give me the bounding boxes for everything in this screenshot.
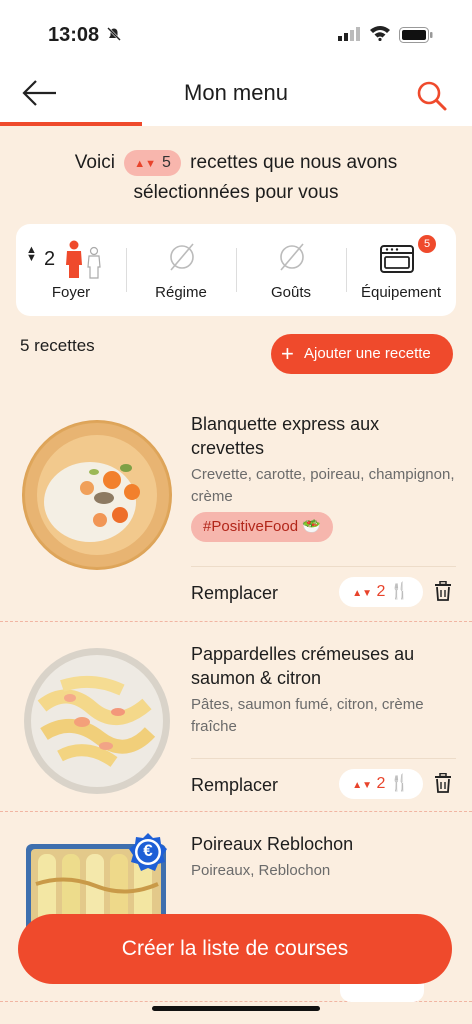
empty-set-icon [280, 243, 304, 271]
intro-prefix: Voici [74, 152, 115, 173]
recipe-count-stepper[interactable]: ▲▼ 5 [124, 149, 181, 176]
battery-icon [399, 27, 433, 48]
diet-label: Régime [155, 284, 207, 301]
household-label: Foyer [51, 284, 91, 301]
recipe-title: Poireaux Reblochon [191, 834, 354, 854]
recipe-card[interactable]: Pappardelles crémeuses au saumon & citro… [0, 622, 472, 812]
empty-set-icon [170, 243, 194, 271]
intro-text: Voici ▲▼ 5 recettes que nous avons sélect… [0, 148, 472, 208]
euro-symbol: € [143, 841, 153, 860]
oven-icon [380, 245, 414, 273]
pref-gouts[interactable]: Goûts [236, 224, 346, 316]
home-indicator [152, 1006, 320, 1011]
progress-indicator [0, 122, 142, 126]
equipment-label: Équipement [360, 284, 442, 301]
recipe-title: Blanquette express aux crevettes [191, 414, 380, 458]
fork-knife-icon: 🍴 [389, 583, 410, 600]
trash-button[interactable] [434, 772, 452, 798]
replace-button[interactable]: Remplacer [191, 775, 278, 796]
recipe-actions: Remplacer ▲▼ 2 🍴 [191, 758, 456, 812]
preferences-card: ▲ ▼ 2 Foyer Régime Goûts 5 Équipement [16, 224, 456, 316]
search-button[interactable] [412, 76, 452, 116]
fork-knife-icon: 🍴 [389, 775, 410, 792]
status-bar: 13:08 [0, 0, 472, 62]
dish-illustration [25, 423, 169, 567]
stepper-arrows-icon: ▲▼ [352, 588, 373, 599]
pref-foyer[interactable]: ▲ ▼ 2 Foyer [16, 224, 126, 316]
pref-regime[interactable]: Régime [126, 224, 236, 316]
stepper-arrows-icon: ▲▼ [134, 157, 156, 170]
bell-muted-icon [106, 26, 122, 47]
wifi-icon [369, 25, 391, 46]
trash-icon [435, 772, 451, 793]
dish-illustration [24, 648, 170, 794]
replace-button[interactable]: Remplacer [191, 583, 278, 604]
household-count: 2 [44, 248, 56, 270]
servings-stepper[interactable]: ▲▼ 2 🍴 [339, 769, 423, 799]
servings-value: 2 [376, 775, 386, 792]
recipe-ingredients: Pâtes, saumon fumé, citron, crème fraîch… [191, 696, 424, 735]
recipe-image [22, 646, 172, 796]
status-time: 13:08 [48, 24, 100, 46]
add-recipe-button[interactable]: + Ajouter une recette [271, 334, 453, 374]
cellular-signal-icon [338, 27, 360, 46]
search-icon [417, 81, 447, 111]
top-navigation: Mon menu [0, 62, 472, 126]
stepper-arrows-icon: ▲▼ [352, 780, 373, 791]
page-title: Mon menu [184, 80, 288, 105]
servings-stepper[interactable]: ▲▼ 2 🍴 [339, 577, 423, 607]
stepper-arrows-icon: ▲▼ [26, 244, 37, 264]
recipe-card[interactable]: Blanquette express aux crevettes Crevett… [0, 394, 472, 622]
create-shopping-list-button[interactable]: Créer la liste de courses [18, 914, 452, 984]
budget-badge: € [128, 832, 168, 872]
servings-value: 2 [376, 583, 386, 600]
plus-icon: + [281, 341, 294, 366]
recipe-ingredients: Crevette, carotte, poireau, champignon, … [191, 466, 455, 505]
positive-food-tag: #PositiveFood 🥗 [191, 512, 333, 542]
recipe-count-value: 5 [161, 153, 171, 171]
recipe-actions: Remplacer ▲▼ 2 🍴 [191, 566, 456, 622]
recipe-title: Pappardelles crémeuses au saumon & citro… [191, 644, 415, 688]
people-icon [66, 240, 101, 279]
add-recipe-label: Ajouter une recette [304, 345, 431, 362]
pref-equipement[interactable]: 5 Équipement [346, 224, 456, 316]
trash-icon [435, 580, 451, 601]
tastes-label: Goûts [270, 284, 312, 301]
recipe-image [22, 420, 172, 570]
intro-line2: sélectionnées pour vous [133, 182, 339, 203]
recipe-count-label: 5 recettes [20, 336, 95, 355]
intro-suffix: recettes que nous avons [190, 152, 398, 173]
equipment-count-badge: 5 [418, 235, 436, 253]
trash-button[interactable] [434, 580, 452, 606]
recipe-ingredients: Poireaux, Reblochon [191, 862, 331, 879]
